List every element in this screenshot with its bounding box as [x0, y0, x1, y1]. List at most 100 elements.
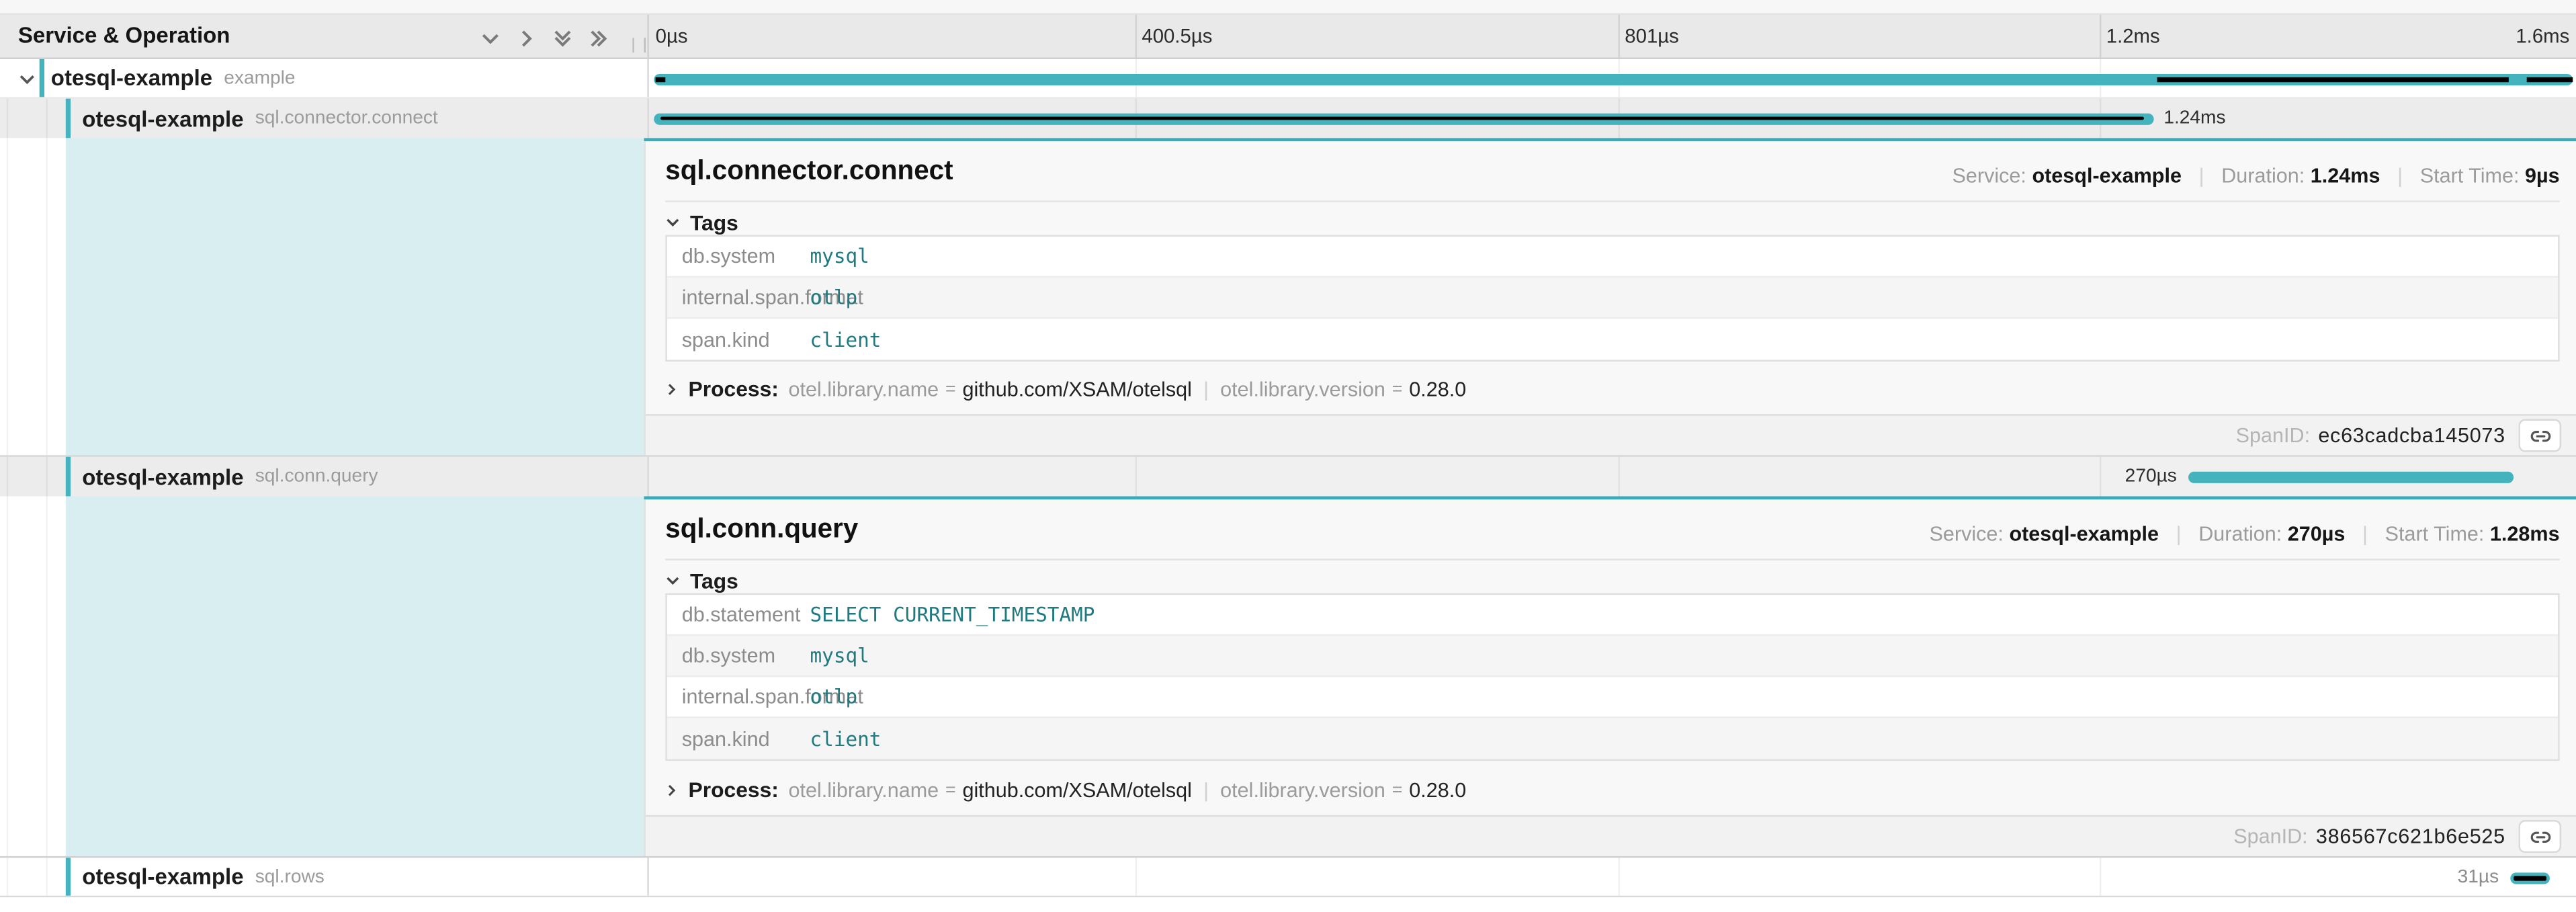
process-label: Process: [689, 778, 779, 802]
copy-link-button[interactable] [2518, 419, 2561, 452]
top-strip [0, 0, 2576, 15]
process-value: github.com/XSAM/otelsql [963, 778, 1192, 801]
divider [665, 200, 2559, 202]
process-key: otel.library.name [789, 778, 939, 801]
span-service-name: otesql-example [82, 106, 243, 131]
timeline-tick-label: 0µs [656, 25, 688, 48]
tag-row[interactable]: db.statement SELECT CURRENT_TIMESTAMP [667, 595, 2558, 636]
tag-row[interactable]: span.kind client [667, 319, 2558, 360]
chevron-right-icon [664, 782, 680, 798]
equals-sign: = [1392, 780, 1403, 799]
process-label: Process: [689, 376, 779, 401]
tag-row[interactable]: internal.span.format otlp [667, 278, 2558, 319]
tags-section-header[interactable]: Tags [664, 569, 738, 593]
tag-key: db.system [667, 245, 810, 267]
tree-gutter [0, 138, 65, 455]
timeline-header-left: Service & Operation [0, 15, 647, 58]
meta-duration-label: Duration: [2198, 523, 2282, 546]
meta-separator: | [2199, 165, 2204, 188]
span-duration-label: 1.24ms [2163, 99, 2225, 138]
process-key: otel.library.version [1220, 778, 1385, 801]
tag-key: span.kind [667, 328, 810, 351]
span-row-example[interactable]: otesql-example example [0, 59, 2576, 99]
span-detail-panel: sql.conn.query Service: otesql-example |… [0, 496, 2576, 856]
tag-key: internal.span.format [667, 686, 810, 708]
meta-duration-label: Duration: [2221, 165, 2305, 188]
link-icon [2529, 425, 2550, 446]
tag-value: otlp [810, 286, 857, 308]
double-chevron-right-icon[interactable] [585, 26, 611, 49]
meta-service-value: otesql-example [2009, 523, 2159, 546]
timeline-tick-label: 1.2ms [2106, 25, 2160, 48]
tag-value: mysql [810, 645, 869, 667]
span-service-name: otesql-example [82, 464, 243, 489]
span-row-sql-rows[interactable]: otesql-example sql.rows 31µs [0, 856, 2576, 897]
selected-span-indent [65, 138, 644, 455]
process-separator: | [1203, 377, 1209, 400]
process-section-header[interactable]: Process: otel.library.name = github.com/… [664, 376, 1466, 401]
meta-duration-value: 270µs [2288, 523, 2346, 546]
span-bar[interactable] [2188, 472, 2514, 483]
copy-link-button[interactable] [2518, 820, 2561, 853]
tag-row[interactable]: internal.span.format otlp [667, 677, 2558, 718]
span-operation-name: sql.rows [255, 867, 325, 886]
span-row-sql-conn-query[interactable]: otesql-example sql.conn.query 270µs [0, 455, 2576, 496]
span-id-value: 386567c621b6e525 [2316, 825, 2505, 847]
span-id-label: SpanID: [2236, 424, 2310, 447]
meta-service-label: Service: [1930, 523, 2004, 546]
meta-separator: | [2397, 165, 2403, 188]
tag-key: db.statement [667, 603, 810, 626]
span-duration-label: 31µs [2325, 858, 2499, 895]
tags-section-header[interactable]: Tags [664, 210, 738, 235]
tag-row[interactable]: db.system mysql [667, 237, 2558, 278]
process-value: github.com/XSAM/otelsql [963, 377, 1192, 400]
equals-sign: = [945, 379, 956, 399]
span-service-name: otesql-example [51, 66, 212, 91]
equals-sign: = [945, 780, 956, 799]
tag-value: otlp [810, 686, 857, 708]
span-color-bar [65, 858, 71, 895]
span-id-footer: SpanID: ec63cadcba145073 [646, 414, 2576, 455]
tags-section-label: Tags [690, 210, 738, 235]
chevron-down-icon [664, 572, 682, 590]
meta-separator: | [2362, 523, 2368, 546]
tag-value: client [810, 727, 881, 750]
chevron-down-icon[interactable] [476, 26, 503, 49]
span-row-sql-connector-connect[interactable]: otesql-example sql.connector.connect 1.2… [0, 99, 2576, 138]
timeline-tick-label: 1.6ms [2516, 25, 2569, 48]
panel-resize-grip[interactable] [632, 38, 646, 52]
span-detail-meta: Service: otesql-example | Duration: 270µ… [1930, 523, 2560, 546]
span-color-bar [65, 99, 71, 138]
span-bar[interactable] [2510, 872, 2550, 884]
span-detail-content: sql.connector.connect Service: otesql-ex… [644, 141, 2576, 455]
double-chevron-down-icon[interactable] [549, 26, 575, 49]
meta-separator: | [2176, 523, 2182, 546]
expand-chevron-icon[interactable] [16, 69, 38, 91]
meta-service-label: Service: [1952, 165, 2026, 188]
span-color-bar [65, 457, 71, 497]
meta-start-time-label: Start Time: [2385, 523, 2485, 546]
meta-start-time-label: Start Time: [2420, 165, 2520, 188]
span-detail-title: sql.conn.query [665, 514, 858, 545]
span-bar[interactable] [654, 112, 2153, 124]
tag-key: db.system [667, 645, 810, 667]
span-operation-name: sql.conn.query [255, 466, 378, 486]
timeline-ruler: 0µs 400.5µs 801µs 1.2ms 1.6ms [647, 15, 2576, 58]
tick-line [1135, 15, 1137, 58]
chevron-right-icon [664, 380, 680, 397]
chevron-right-icon[interactable] [513, 26, 539, 49]
tag-value: client [810, 328, 881, 351]
span-duration-label: 270µs [1996, 457, 2177, 497]
tree-gutter [0, 496, 65, 856]
divider [665, 558, 2559, 560]
process-section-header[interactable]: Process: otel.library.name = github.com/… [664, 778, 1466, 802]
span-detail-content: sql.conn.query Service: otesql-example |… [644, 499, 2576, 856]
tag-row[interactable]: span.kind client [667, 718, 2558, 759]
chevron-down-icon [664, 214, 682, 232]
tag-key: internal.span.format [667, 286, 810, 308]
tag-row[interactable]: db.system mysql [667, 636, 2558, 677]
link-icon [2529, 826, 2550, 847]
span-bar[interactable] [654, 73, 2573, 85]
tag-key: span.kind [667, 727, 810, 750]
span-color-bar [38, 59, 44, 97]
